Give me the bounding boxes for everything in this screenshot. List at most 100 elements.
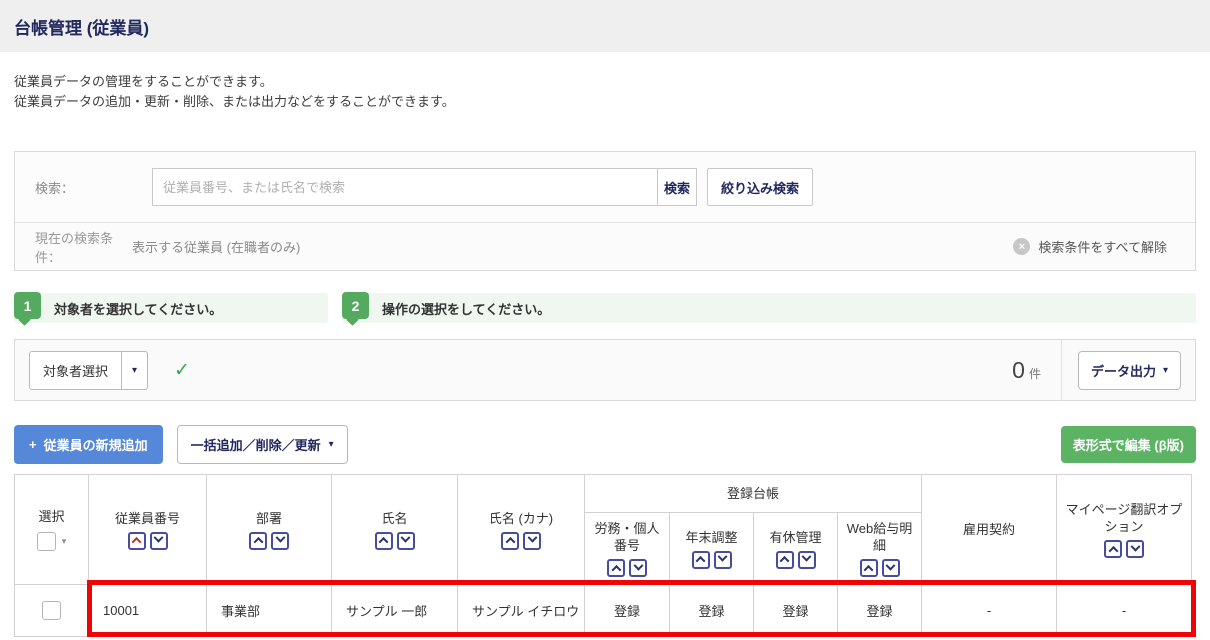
step-1-banner: 1 対象者を選択してください。 [14,293,328,323]
filter-search-button[interactable]: 絞り込み検索 [707,168,813,206]
sort-desc-button[interactable] [882,559,900,577]
search-panel: 検索： 検索 絞り込み検索 現在の検索条件： 表示する従業員 (在職者のみ) ×… [14,151,1196,271]
sort-desc-button[interactable] [150,532,168,550]
sort-asc-button[interactable] [692,551,710,569]
sort-asc-button[interactable] [249,532,267,550]
sort-asc-button[interactable] [501,532,519,550]
employee-table-container: 選択 ▾ 従業員番号 部署 [14,474,1196,637]
selected-count-unit: 件 [1029,365,1041,382]
bulk-add-delete-update-button[interactable]: 一括追加／削除／更新 ▾ [177,425,348,464]
sort-down-icon [802,552,812,562]
sort-down-icon [886,560,896,570]
sort-down-icon [718,552,728,562]
target-selection-panel: 対象者選択 ▾ ✓ 0 件 データ出力 ▾ [14,339,1196,401]
sort-down-icon [1130,541,1140,551]
cell-mypage-translation: - [1057,585,1192,637]
cell-name: サンプル 一郎 [332,585,458,637]
bulk-button-label: 一括追加／削除／更新 [191,435,321,454]
cell-leave-management[interactable]: 登録 [754,585,838,637]
sort-desc-button[interactable] [629,559,647,577]
data-output-label: データ出力 [1091,361,1156,380]
page-description: 従業員データの管理をすることができます。 従業員データの追加・更新・削除、または… [14,72,1196,112]
sort-desc-button[interactable] [714,551,732,569]
sort-down-icon [633,560,643,570]
sort-up-icon [1108,545,1118,555]
col-header-mypage-translation: マイページ翻訳オプション [1057,475,1192,585]
cell-year-end-adjustment[interactable]: 登録 [670,585,754,637]
search-button[interactable]: 検索 [657,168,697,206]
cell-employment-contract: - [922,585,1057,637]
add-employee-label: 従業員の新規追加 [44,435,148,454]
step-1-number-badge: 1 [14,292,41,319]
sort-asc-button[interactable] [776,551,794,569]
sort-asc-button[interactable] [607,559,625,577]
col-header-employment-contract: 雇用契約 [922,475,1057,585]
employee-table: 選択 ▾ 従業員番号 部署 [14,474,1192,637]
sort-asc-button[interactable] [860,559,878,577]
table-edit-beta-button[interactable]: 表形式で編集 (β版) [1061,426,1196,463]
sort-desc-button[interactable] [271,532,289,550]
caret-down-icon: ▾ [329,439,334,450]
sort-up-icon [696,556,706,566]
sort-asc-button[interactable] [375,532,393,550]
description-line-2: 従業員データの追加・更新・削除、または出力などをすることができます。 [14,92,1196,112]
plus-icon: + [29,437,37,452]
clear-all-conditions-label: 検索条件をすべて解除 [1038,237,1167,256]
target-select-button[interactable]: 対象者選択 [29,351,122,390]
step-2-label: 操作の選択をしてください。 [382,299,550,318]
cell-labor-personal-number[interactable]: 登録 [585,585,670,637]
clear-all-conditions-button[interactable]: × 検索条件をすべて解除 [1013,237,1167,256]
sort-up-icon [253,537,263,547]
cell-department: 事業部 [207,585,332,637]
sort-up-icon [864,564,874,574]
col-group-header-ledgers: 登録台帳 [585,475,922,513]
sort-asc-button[interactable] [128,532,146,550]
col-header-labor-personal-number: 労務・個人番号 [585,513,670,585]
step-2-banner: 2 操作の選択をしてください。 [342,293,1196,323]
select-header-label: 選択 [34,508,68,525]
sort-down-icon [401,533,411,543]
cell-employee-number: 10001 [89,585,207,637]
col-header-name: 氏名 [332,475,458,585]
sort-up-icon [379,537,389,547]
steps-row: 1 対象者を選択してください。 2 操作の選択をしてください。 [14,293,1196,323]
col-header-web-payslip: Web給与明細 [838,513,922,585]
page-title: 台帳管理 (従業員) [14,14,149,39]
sort-desc-button[interactable] [798,551,816,569]
col-header-employee-number: 従業員番号 [89,475,207,585]
sort-desc-button[interactable] [1126,540,1144,558]
sort-up-icon [132,537,142,547]
table-row[interactable]: 10001 事業部 サンプル 一郎 サンプル イチロウ 登録 登録 登録 登録 … [15,585,1192,637]
sort-down-icon [527,533,537,543]
caret-down-icon: ▾ [1163,365,1168,376]
sort-up-icon [780,556,790,566]
selected-count-value: 0 [1012,357,1025,384]
page-header: 台帳管理 (従業員) [0,0,1210,52]
col-header-department: 部署 [207,475,332,585]
cell-web-payslip[interactable]: 登録 [838,585,922,637]
data-output-button[interactable]: データ出力 ▾ [1078,351,1181,390]
row-checkbox[interactable] [42,601,61,620]
target-select-caret-button[interactable]: ▾ [122,351,148,390]
step-1-label: 対象者を選択してください。 [54,299,222,318]
sort-asc-button[interactable] [1104,540,1122,558]
current-conditions-label: 現在の検索条件： [35,228,132,266]
search-input[interactable] [152,168,658,206]
caret-down-icon: ▾ [132,365,137,376]
current-conditions-row: 現在の検索条件： 表示する従業員 (在職者のみ) × 検索条件をすべて解除 [15,222,1195,270]
sort-up-icon [505,537,515,547]
select-all-caret-icon[interactable]: ▾ [62,536,67,547]
col-header-select: 選択 ▾ [15,475,89,585]
add-employee-button[interactable]: + 従業員の新規追加 [14,425,163,464]
search-row: 検索： 検索 絞り込み検索 [15,152,1195,222]
selected-count: 0 件 [1012,357,1041,384]
sort-down-icon [154,533,164,543]
sort-desc-button[interactable] [523,532,541,550]
col-header-leave-management: 有休管理 [754,513,838,585]
current-conditions-value: 表示する従業員 (在職者のみ) [132,237,300,256]
target-select-split-button[interactable]: 対象者選択 ▾ [29,351,148,390]
sort-desc-button[interactable] [397,532,415,550]
row-select-cell [15,585,89,637]
search-label: 検索： [35,178,152,197]
select-all-checkbox[interactable] [37,532,56,551]
